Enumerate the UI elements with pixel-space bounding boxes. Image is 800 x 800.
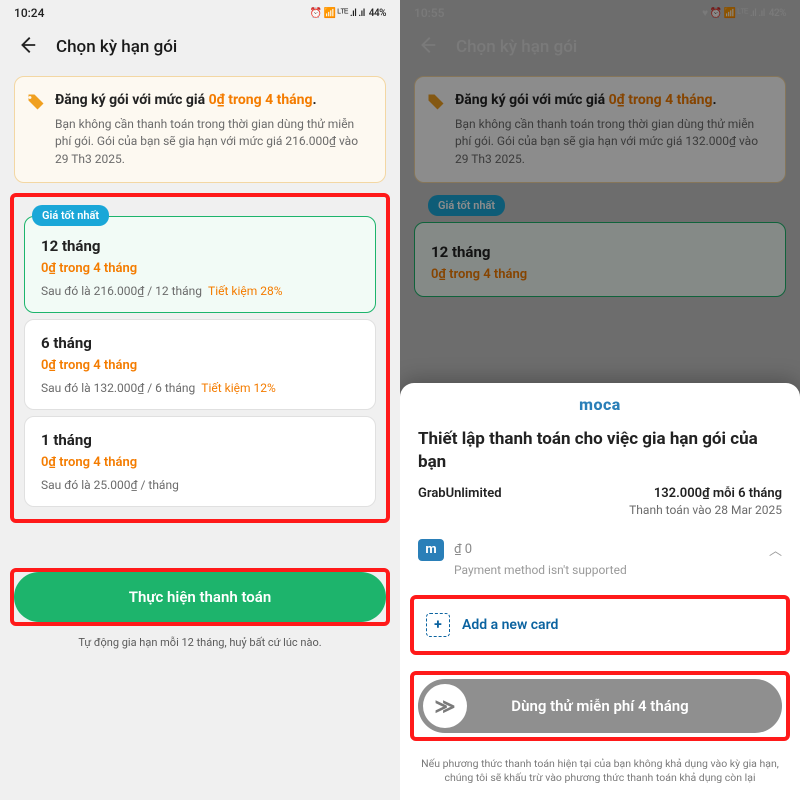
plan-summary-row: GrabUnlimited 132.000₫ mỗi 6 tháng [400, 486, 800, 503]
tag-icon [427, 93, 445, 111]
moca-wallet-icon: m [418, 539, 444, 561]
best-price-badge: Giá tốt nhất [32, 205, 109, 226]
plan-after: Sau đó là 216.000₫ / 12 thángTiết kiệm 2… [41, 284, 359, 298]
payment-bottom-sheet: moca Thiết lập thanh toán cho việc gia h… [400, 383, 800, 800]
screen-payment-sheet: 10:55 ♥ ⏰ 📶 ᴸᵀᴱ .ıl .ıl 42% Chọn kỳ hạn … [400, 0, 800, 800]
swipe-knob-icon: ≫ [423, 684, 467, 728]
product-name: GrabUnlimited [418, 486, 502, 501]
sheet-title: Thiết lập thanh toán cho việc gia hạn gó… [400, 424, 800, 486]
plan-option-1m[interactable]: 1 tháng 0₫ trong 4 tháng Sau đó là 25.00… [24, 416, 376, 507]
wallet-balance: ₫ 0 [454, 542, 472, 557]
plan-option-12m[interactable]: 12 tháng 0₫ trong 4 tháng Sau đó là 216.… [24, 216, 376, 313]
plus-icon: + [426, 613, 450, 637]
plan-trial: 0₫ trong 4 tháng [41, 455, 359, 470]
due-date: Thanh toán vào 28 Mar 2025 [400, 503, 800, 529]
page-title: Chọn kỳ hạn gói [456, 37, 577, 57]
payment-method-error: Payment method isn't supported [400, 563, 800, 587]
plan-name: 1 tháng [41, 431, 359, 449]
status-time: 10:24 [14, 6, 44, 20]
swipe-container: ≫ Dùng thử miễn phí 4 tháng [410, 671, 790, 741]
payment-disclaimer: Nếu phương thức thanh toán hiện tại của … [400, 749, 800, 786]
swipe-to-confirm[interactable]: ≫ Dùng thử miễn phí 4 tháng [418, 679, 782, 733]
tag-icon [27, 93, 45, 111]
banner-headline: Đăng ký gói với mức giá 0₫ trong 4 tháng… [55, 91, 371, 110]
add-card-button[interactable]: + Add a new card [418, 603, 782, 647]
add-card-label: Add a new card [462, 617, 558, 633]
plan-trial: 0₫ trong 4 tháng [41, 358, 359, 373]
status-icons: ⏰ 📶 ᴸᵀᴱ .ıl .ıl 44% [310, 8, 386, 19]
price: 132.000₫ mỗi 6 tháng [654, 486, 782, 501]
plan-option-6m[interactable]: 6 tháng 0₫ trong 4 tháng Sau đó là 132.0… [24, 319, 376, 410]
app-bar: Chọn kỳ hạn gói [0, 24, 400, 72]
back-icon[interactable] [16, 34, 38, 60]
swipe-label: Dùng thử miễn phí 4 tháng [511, 697, 688, 715]
moca-logo: moca [400, 393, 800, 424]
cta-container: Thực hiện thanh toán [10, 568, 390, 626]
banner-sub: Bạn không cần thanh toán trong thời gian… [55, 116, 371, 168]
auto-renew-note: Tự động gia hạn mỗi 12 tháng, huỷ bất cứ… [0, 636, 400, 649]
plan-list: Giá tốt nhất 12 tháng 0₫ trong 4 tháng S… [10, 193, 390, 523]
plan-after: Sau đó là 132.000₫ / 6 thángTiết kiệm 12… [41, 381, 359, 395]
status-time: 10:55 [414, 6, 444, 20]
promo-banner: Đăng ký gói với mức giá 0₫ trong 4 tháng… [14, 76, 386, 183]
plan-name: 12 tháng [41, 237, 359, 255]
add-card-container: + Add a new card [410, 595, 790, 655]
back-icon [416, 34, 438, 60]
screen-plan-select: 10:24 ⏰ 📶 ᴸᵀᴱ .ıl .ıl 44% Chọn kỳ hạn gó… [0, 0, 400, 800]
pay-button[interactable]: Thực hiện thanh toán [14, 572, 386, 622]
plan-after: Sau đó là 25.000₫ / tháng [41, 478, 359, 492]
status-icons: ♥ ⏰ 📶 ᴸᵀᴱ .ıl .ıl 42% [702, 8, 786, 19]
page-title: Chọn kỳ hạn gói [56, 37, 177, 57]
payment-method-row[interactable]: m ₫ 0 ︿ [400, 529, 800, 563]
plan-trial: 0₫ trong 4 tháng [41, 261, 359, 276]
status-bar: 10:24 ⏰ 📶 ᴸᵀᴱ .ıl .ıl 44% [0, 0, 400, 24]
plan-name: 6 tháng [41, 334, 359, 352]
best-price-badge: Giá tốt nhất [428, 195, 505, 216]
chevron-up-icon: ︿ [769, 540, 782, 559]
